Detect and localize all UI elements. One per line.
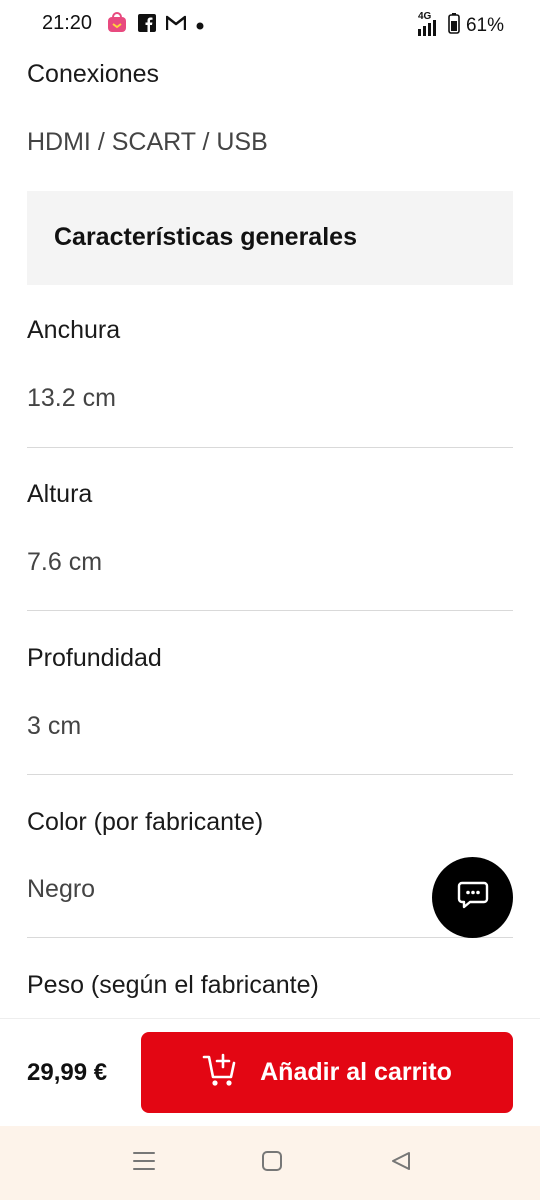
add-to-cart-label: Añadir al carrito	[260, 1058, 452, 1086]
spec-value-color: Negro	[27, 875, 96, 903]
spec-label-height: Altura	[27, 480, 93, 508]
chat-button[interactable]	[432, 857, 513, 938]
shopping-app-icon	[106, 12, 128, 39]
menu-nav-button[interactable]	[129, 1148, 159, 1178]
section-header: Características generales	[27, 191, 513, 285]
back-nav-button[interactable]	[386, 1148, 416, 1178]
facebook-icon	[138, 14, 156, 37]
system-nav-bar	[0, 1126, 540, 1200]
menu-icon	[132, 1150, 156, 1177]
spec-value-height: 7.6 cm	[27, 548, 103, 576]
spec-value-width: 13.2 cm	[27, 384, 116, 412]
bottom-purchase-bar: 29,99 € Añadir al carrito	[0, 1018, 540, 1126]
battery-icon	[448, 12, 460, 40]
gmail-icon	[165, 15, 187, 36]
status-bar: 21:20 4G 61%	[0, 0, 540, 48]
dot-icon	[196, 17, 204, 35]
spec-label-width: Anchura	[27, 316, 121, 344]
chat-bubble-icon	[457, 880, 489, 915]
divider	[27, 774, 513, 775]
signal-icon: 4G	[412, 11, 442, 37]
status-right: 4G 61%	[412, 11, 504, 40]
spec-label-depth: Profundidad	[27, 644, 162, 672]
home-nav-button[interactable]	[257, 1148, 287, 1178]
section-title: Características generales	[54, 223, 357, 251]
spec-value-depth: 3 cm	[27, 712, 82, 740]
spec-value-connections: HDMI / SCART / USB	[27, 128, 268, 156]
divider	[27, 610, 513, 611]
spec-label-color: Color (por fabricante)	[27, 808, 264, 836]
home-square-icon	[260, 1149, 284, 1178]
status-time: 21:20	[42, 12, 93, 34]
divider	[27, 447, 513, 448]
spec-label-connections: Conexiones	[27, 60, 160, 88]
spec-label-weight: Peso (según el fabricante)	[27, 971, 319, 999]
product-price: 29,99 €	[27, 1059, 108, 1086]
battery-percent: 61%	[465, 15, 504, 36]
add-to-cart-icon	[202, 1052, 238, 1093]
divider	[27, 937, 513, 938]
back-triangle-icon	[389, 1149, 413, 1178]
notification-icons	[106, 12, 204, 39]
add-to-cart-button[interactable]: Añadir al carrito	[141, 1032, 513, 1113]
